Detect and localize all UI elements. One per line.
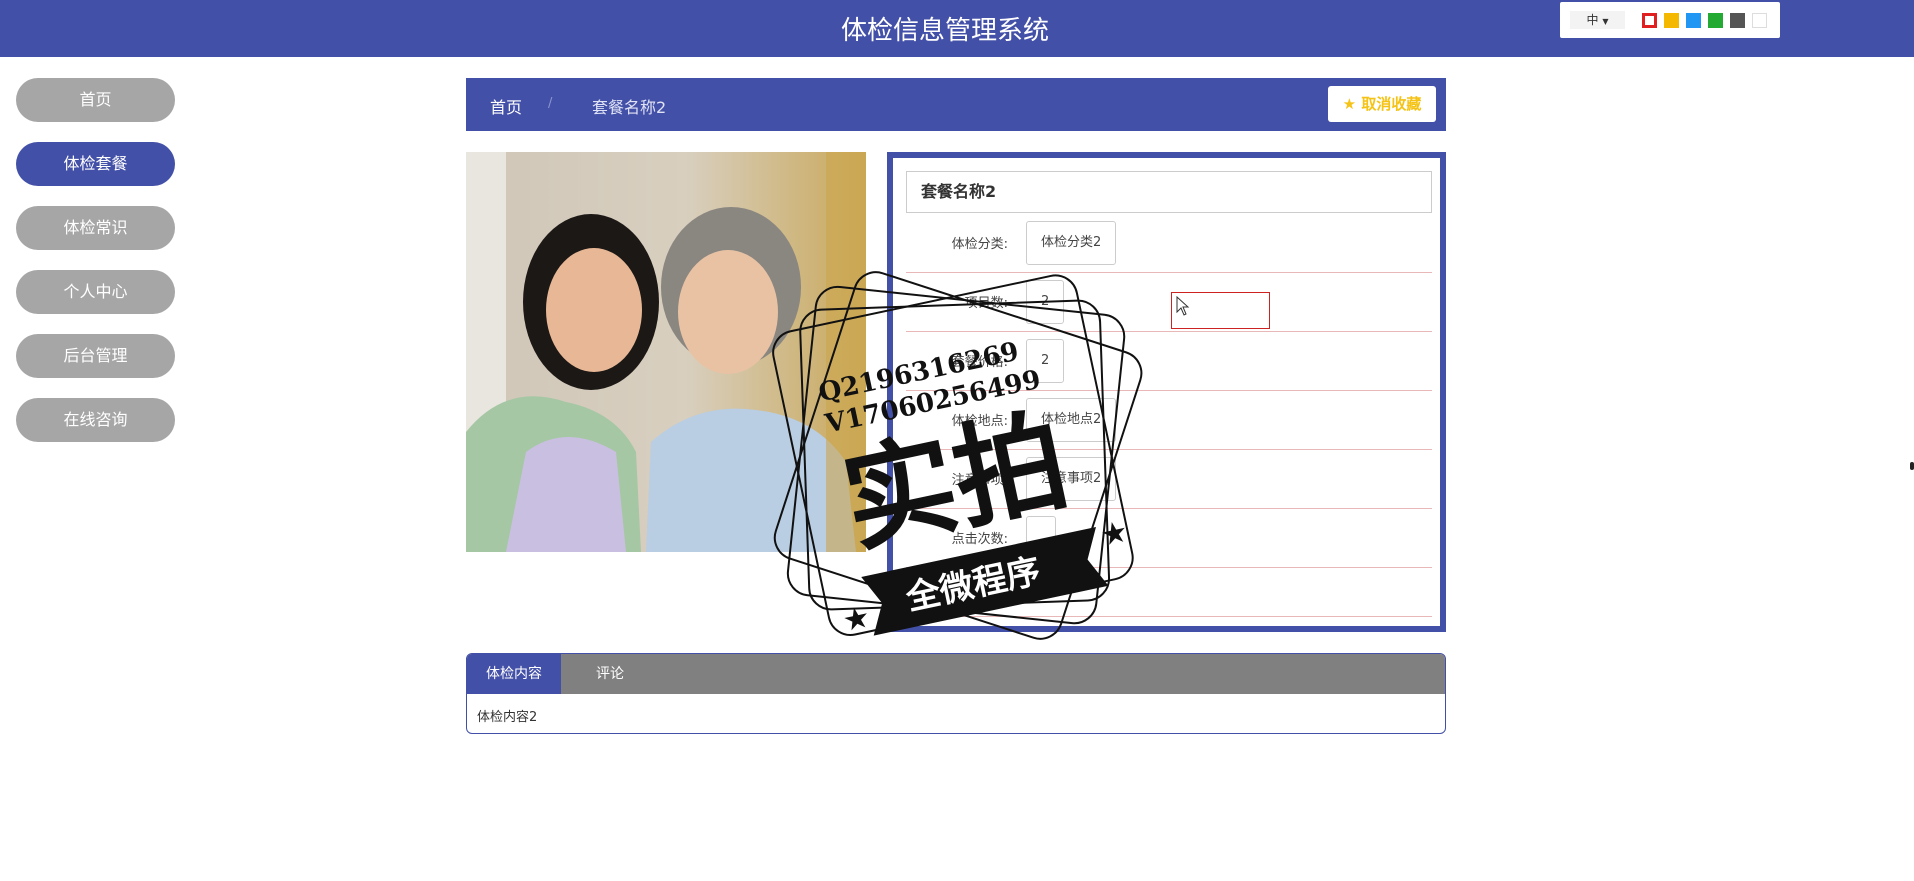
language-label: 中 xyxy=(1586,13,1599,27)
field-label: 套餐价格: xyxy=(951,355,1008,370)
breadcrumb-home[interactable]: 首页 xyxy=(490,94,522,118)
field-label: 体检分类: xyxy=(951,237,1008,252)
photo-illustration xyxy=(466,152,866,552)
theme-swatch-red-selected[interactable] xyxy=(1642,13,1657,28)
field-row-actions xyxy=(906,567,1432,617)
sidebar-item-health-knowledge[interactable]: 体检常识 xyxy=(16,206,175,250)
field-value: 体检地点2 xyxy=(1026,398,1117,442)
unfavorite-label: 取消收藏 xyxy=(1361,95,1422,113)
theme-swatch-blue[interactable] xyxy=(1686,13,1701,28)
package-detail-card: 套餐名称2 体检分类: 体检分类2 项目数: 2 套餐价格: 2 体检地点: 体… xyxy=(887,152,1446,632)
sidebar-item-personal-center[interactable]: 个人中心 xyxy=(16,270,175,314)
book-button[interactable] xyxy=(941,577,989,611)
field-value: 2 xyxy=(1026,280,1065,324)
content-tabs-panel: 体检内容 评论 体检内容2 xyxy=(466,653,1446,734)
field-row-clicks: 点击次数: xyxy=(906,508,1432,568)
sidebar-item-home[interactable]: 首页 xyxy=(16,78,175,122)
theme-swatch-yellow[interactable] xyxy=(1664,13,1679,28)
field-row-location: 体检地点: 体检地点2 xyxy=(906,390,1432,450)
field-value: 2 xyxy=(1026,339,1065,383)
language-select[interactable]: 中 ▼ xyxy=(1570,11,1625,29)
star-icon: ★ xyxy=(1342,95,1357,113)
field-row-price: 套餐价格: 2 xyxy=(906,331,1432,391)
breadcrumb: 首页 / 套餐名称2 ★ 取消收藏 xyxy=(466,78,1446,131)
mouse-cursor-icon xyxy=(1176,296,1190,316)
field-label: 项目数: xyxy=(964,296,1008,311)
theme-switcher: 中 ▼ xyxy=(1560,2,1780,38)
caret-down-icon: ▼ xyxy=(1602,17,1609,26)
theme-swatch-white[interactable] xyxy=(1752,13,1767,28)
field-row-category: 体检分类: 体检分类2 xyxy=(906,213,1432,273)
field-value xyxy=(1026,516,1056,560)
tab-comments[interactable]: 评论 xyxy=(561,654,659,694)
theme-swatch-green[interactable] xyxy=(1708,13,1723,28)
star-icon: ★ xyxy=(840,599,874,639)
tab-content-text: 体检内容2 xyxy=(477,710,538,725)
field-row-item-count: 项目数: 2 xyxy=(906,272,1432,332)
theme-swatch-dark-gray[interactable] xyxy=(1730,13,1745,28)
package-name: 套餐名称2 xyxy=(906,171,1432,213)
tab-exam-content[interactable]: 体检内容 xyxy=(467,654,561,694)
tab-strip: 体检内容 评论 xyxy=(467,654,1445,694)
field-value: 体检分类2 xyxy=(1026,221,1117,265)
field-value: 注意事项2 xyxy=(1026,457,1117,501)
sidebar-item-online-consult[interactable]: 在线咨询 xyxy=(16,398,175,442)
edge-scroll-handle xyxy=(1910,462,1914,470)
breadcrumb-separator: / xyxy=(548,96,553,111)
sidebar-item-admin[interactable]: 后台管理 xyxy=(16,334,175,378)
field-label: 点击次数: xyxy=(951,532,1008,547)
package-photo xyxy=(466,152,866,552)
field-row-notes: 注意事项: 注意事项2 xyxy=(906,449,1432,509)
field-label: 体检地点: xyxy=(951,414,1008,429)
field-label: 注意事项: xyxy=(951,473,1008,488)
top-header-bar: 体检信息管理系统 中 ▼ xyxy=(0,0,1914,57)
breadcrumb-current: 套餐名称2 xyxy=(592,98,667,117)
sidebar-item-packages[interactable]: 体检套餐 xyxy=(16,142,175,186)
unfavorite-button[interactable]: ★ 取消收藏 xyxy=(1328,86,1436,122)
